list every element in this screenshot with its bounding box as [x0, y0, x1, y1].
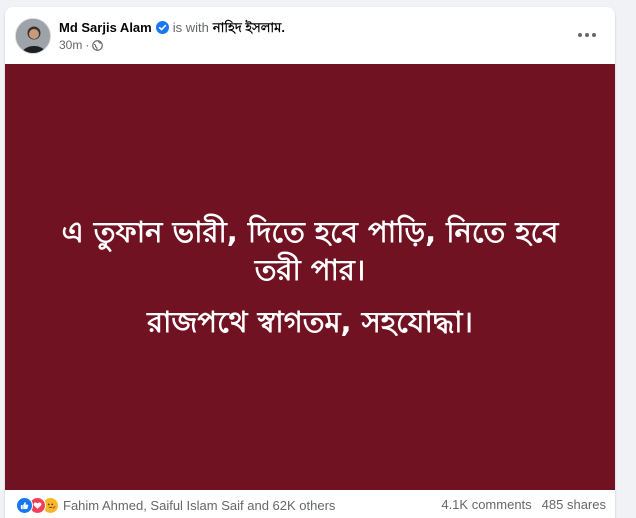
post-header: Md Sarjis Alam is with নাহিদ ইসলাম. 30m … — [5, 7, 615, 63]
engagement-counts: 4.1K comments 485 shares — [441, 497, 606, 512]
tagged-person-name[interactable]: নাহিদ ইসলাম. — [213, 19, 285, 36]
post-text-line-2: রাজপথে স্বাগতম, সহযোদ্ধা। — [147, 305, 473, 339]
meta-separator: · — [85, 38, 90, 52]
shares-count[interactable]: 485 shares — [542, 497, 606, 512]
author-name[interactable]: Md Sarjis Alam — [59, 19, 152, 36]
more-options-icon[interactable] — [571, 19, 603, 51]
post-meta: 30m · — [59, 38, 104, 52]
verified-badge-icon — [155, 21, 169, 34]
comments-count[interactable]: 4.1K comments — [441, 497, 531, 512]
post-text-line-1: এ তুফান ভারী, দিতে হবে পাড়ি, নিতে হবে ত… — [61, 215, 559, 287]
post-timestamp[interactable]: 30m — [59, 38, 82, 52]
globe-icon[interactable] — [92, 39, 104, 51]
post-footer: Fahim Ahmed, Saiful Islam Saif and 62K o… — [5, 493, 615, 518]
with-text: is with — [172, 20, 209, 35]
avatar-photo — [16, 19, 50, 53]
reactors-text[interactable]: Fahim Ahmed, Saiful Islam Saif and 62K o… — [63, 498, 335, 513]
reactions-summary[interactable]: Fahim Ahmed, Saiful Islam Saif and 62K o… — [16, 497, 335, 514]
author-avatar[interactable] — [15, 18, 51, 54]
author-line: Md Sarjis Alam is with নাহিদ ইসলাম. — [59, 19, 285, 36]
post-card: Md Sarjis Alam is with নাহিদ ইসলাম. 30m … — [5, 7, 615, 518]
post-image[interactable]: এ তুফান ভারী, দিতে হবে পাড়ি, নিতে হবে ত… — [5, 64, 615, 490]
like-reaction-icon — [16, 497, 33, 514]
